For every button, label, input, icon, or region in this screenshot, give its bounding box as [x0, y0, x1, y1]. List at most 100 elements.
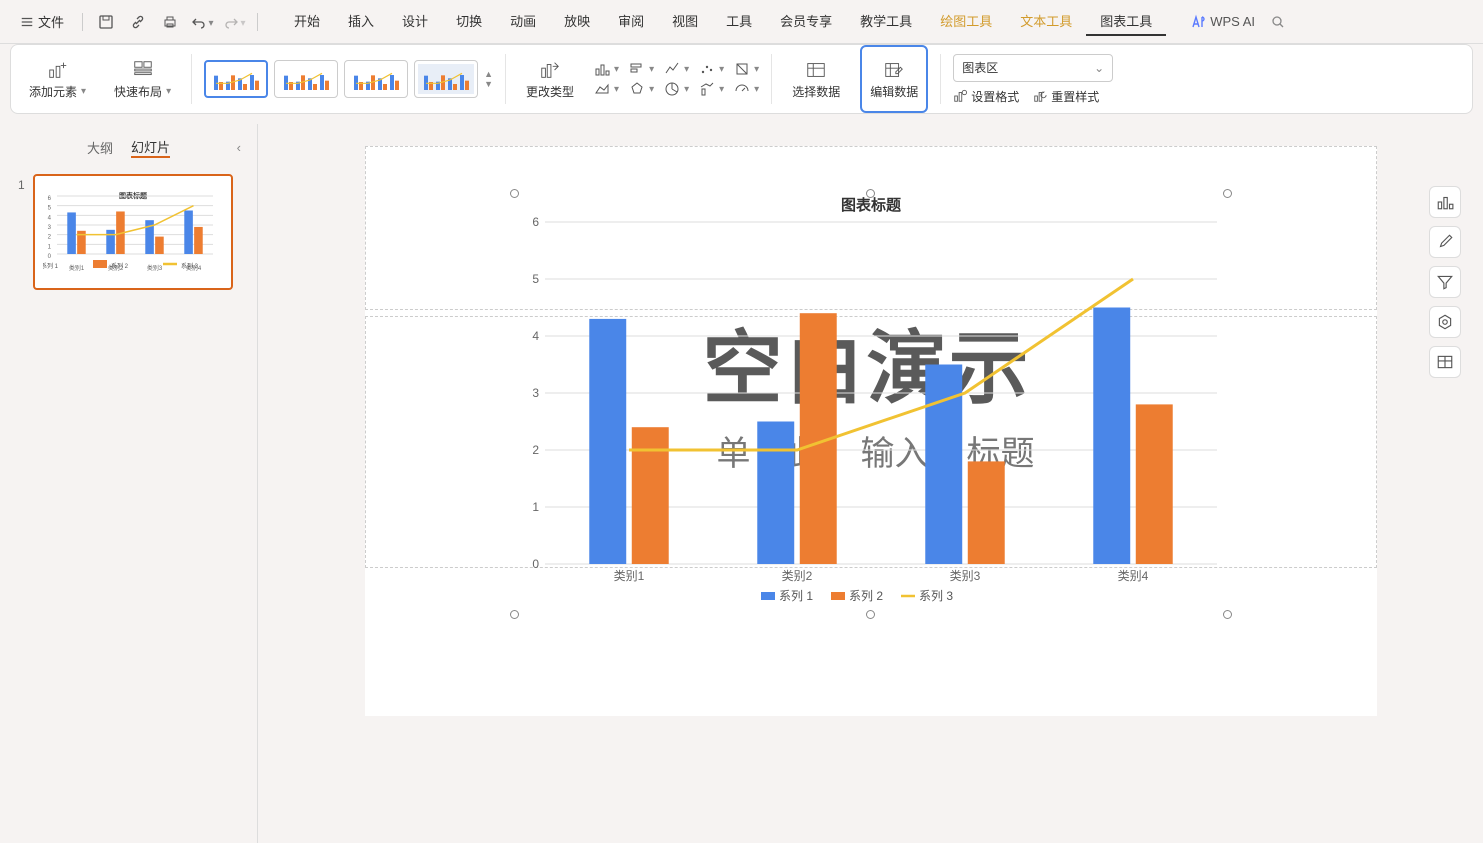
chart-element-value: 图表区 — [962, 59, 998, 76]
svg-text:3: 3 — [47, 225, 51, 231]
undo-button[interactable] — [189, 10, 215, 34]
change-type-label: 更改类型 — [526, 83, 574, 100]
selection-handle[interactable] — [866, 610, 875, 619]
svg-text:2: 2 — [532, 443, 539, 457]
selection-handle[interactable] — [866, 189, 875, 198]
file-menu[interactable]: 文件 — [12, 8, 72, 35]
svg-text:0: 0 — [47, 254, 51, 260]
tab-animation[interactable]: 动画 — [496, 7, 550, 36]
select-data-icon — [805, 59, 827, 81]
tab-member[interactable]: 会员专享 — [766, 7, 846, 36]
svg-text:0: 0 — [532, 557, 539, 571]
selection-handle[interactable] — [1223, 610, 1232, 619]
set-format-button[interactable]: 设置格式 — [953, 88, 1019, 105]
chart-filter-fab[interactable] — [1429, 266, 1461, 298]
svg-text:类别3: 类别3 — [949, 569, 980, 583]
chart-style-3[interactable] — [344, 60, 408, 98]
divider — [505, 54, 506, 104]
chart-settings-fab[interactable] — [1429, 306, 1461, 338]
svg-text:系列 3: 系列 3 — [919, 589, 953, 603]
chart-style-1[interactable] — [204, 60, 268, 98]
redo-button[interactable] — [221, 10, 247, 34]
file-menu-label: 文件 — [38, 12, 64, 31]
gauge-chart-icon — [734, 81, 750, 97]
svg-text:系列 2: 系列 2 — [849, 589, 883, 603]
area-chart-btn[interactable] — [594, 81, 619, 97]
line-chart-btn[interactable] — [664, 61, 689, 77]
save-icon[interactable] — [93, 10, 119, 34]
combo-chart-icon — [699, 81, 715, 97]
area-chart-icon — [594, 81, 610, 97]
tab-view[interactable]: 视图 — [658, 7, 712, 36]
reset-icon — [1033, 89, 1047, 103]
svg-text:5: 5 — [47, 206, 51, 212]
chart-elements-fab[interactable] — [1429, 186, 1461, 218]
change-type-button[interactable]: 更改类型 — [518, 45, 582, 113]
svg-text:3: 3 — [532, 386, 539, 400]
wps-ai-button[interactable]: WPS AI — [1190, 14, 1255, 30]
tab-slideshow[interactable]: 放映 — [550, 7, 604, 36]
chart-styles-fab[interactable] — [1429, 226, 1461, 258]
change-type-icon — [539, 59, 561, 81]
collapse-panel-icon[interactable]: ‹ — [237, 140, 241, 155]
svg-text:类别2: 类别2 — [781, 569, 812, 583]
pie-chart-btn[interactable] — [664, 81, 689, 97]
slide-thumbnail-1[interactable]: 图表标题0123456类别1类别2类别3类别4系列 1系列 2系列 3 — [33, 174, 233, 290]
svg-text:系列 3: 系列 3 — [181, 262, 199, 270]
chart-element-selector[interactable]: 图表区 ⌄ — [953, 54, 1113, 82]
add-element-icon — [47, 59, 69, 81]
selection-handle[interactable] — [510, 610, 519, 619]
tab-chart-tools[interactable]: 图表工具 — [1086, 7, 1166, 36]
radar-chart-btn[interactable] — [629, 81, 654, 97]
slides-tab[interactable]: 幻灯片 — [131, 137, 170, 158]
outline-tab[interactable]: 大纲 — [87, 138, 113, 157]
quick-layout-button[interactable]: 快速布局 — [106, 45, 179, 113]
chart-styles-gallery[interactable]: ▲▼ — [204, 60, 493, 98]
select-data-button[interactable]: 选择数据 — [784, 45, 848, 113]
stock-chart-btn[interactable] — [734, 61, 759, 77]
divider — [82, 13, 83, 31]
bar-chart-btn[interactable] — [594, 61, 619, 77]
search-icon[interactable] — [1265, 10, 1291, 34]
reset-style-button[interactable]: 重置样式 — [1033, 88, 1099, 105]
link-icon[interactable] — [125, 10, 151, 34]
tab-draw-tools[interactable]: 绘图工具 — [926, 7, 1006, 36]
select-data-label: 选择数据 — [792, 83, 840, 100]
tab-teach[interactable]: 教学工具 — [846, 7, 926, 36]
tab-design[interactable]: 设计 — [388, 7, 442, 36]
hbar-chart-btn[interactable] — [629, 61, 654, 77]
print-icon[interactable] — [157, 10, 183, 34]
chart-object[interactable]: 图表标题0123456类别1类别2类别3类别4系列 1系列 2系列 3 — [515, 194, 1227, 614]
gauge-chart-btn[interactable] — [734, 81, 759, 97]
chart-table-fab[interactable] — [1429, 346, 1461, 378]
svg-text:系列 2: 系列 2 — [111, 262, 129, 270]
divider — [257, 13, 258, 31]
table-icon — [1436, 353, 1454, 371]
svg-text:4: 4 — [47, 215, 51, 221]
tab-transition[interactable]: 切换 — [442, 7, 496, 36]
chart-style-more[interactable]: ▲▼ — [484, 69, 493, 89]
svg-text:6: 6 — [47, 196, 51, 202]
tab-text-tools[interactable]: 文本工具 — [1006, 7, 1086, 36]
add-element-button[interactable]: 添加元素 — [21, 45, 94, 113]
scatter-chart-btn[interactable] — [699, 61, 724, 77]
wps-ai-icon — [1190, 14, 1206, 30]
combo-chart-btn[interactable] — [699, 81, 724, 97]
tab-tools[interactable]: 工具 — [712, 7, 766, 36]
slide-canvas[interactable]: 空白演示 单 此 输入 标题 图表标题0123456类别1类别2类别3类别4系列… — [365, 146, 1377, 716]
chart-style-4[interactable] — [414, 60, 478, 98]
set-format-label: 设置格式 — [971, 88, 1019, 105]
selection-handle[interactable] — [510, 189, 519, 198]
edit-data-label: 编辑数据 — [870, 83, 918, 100]
add-element-label: 添加元素 — [29, 83, 86, 100]
hamburger-icon — [20, 15, 34, 29]
tab-start[interactable]: 开始 — [280, 7, 334, 36]
funnel-icon — [1436, 273, 1454, 291]
tab-review[interactable]: 审阅 — [604, 7, 658, 36]
tab-insert[interactable]: 插入 — [334, 7, 388, 36]
chart-style-2[interactable] — [274, 60, 338, 98]
selection-handle[interactable] — [1223, 189, 1232, 198]
hbar-chart-icon — [629, 61, 645, 77]
edit-data-button[interactable]: 编辑数据 — [860, 45, 928, 113]
brush-icon — [1436, 233, 1454, 251]
